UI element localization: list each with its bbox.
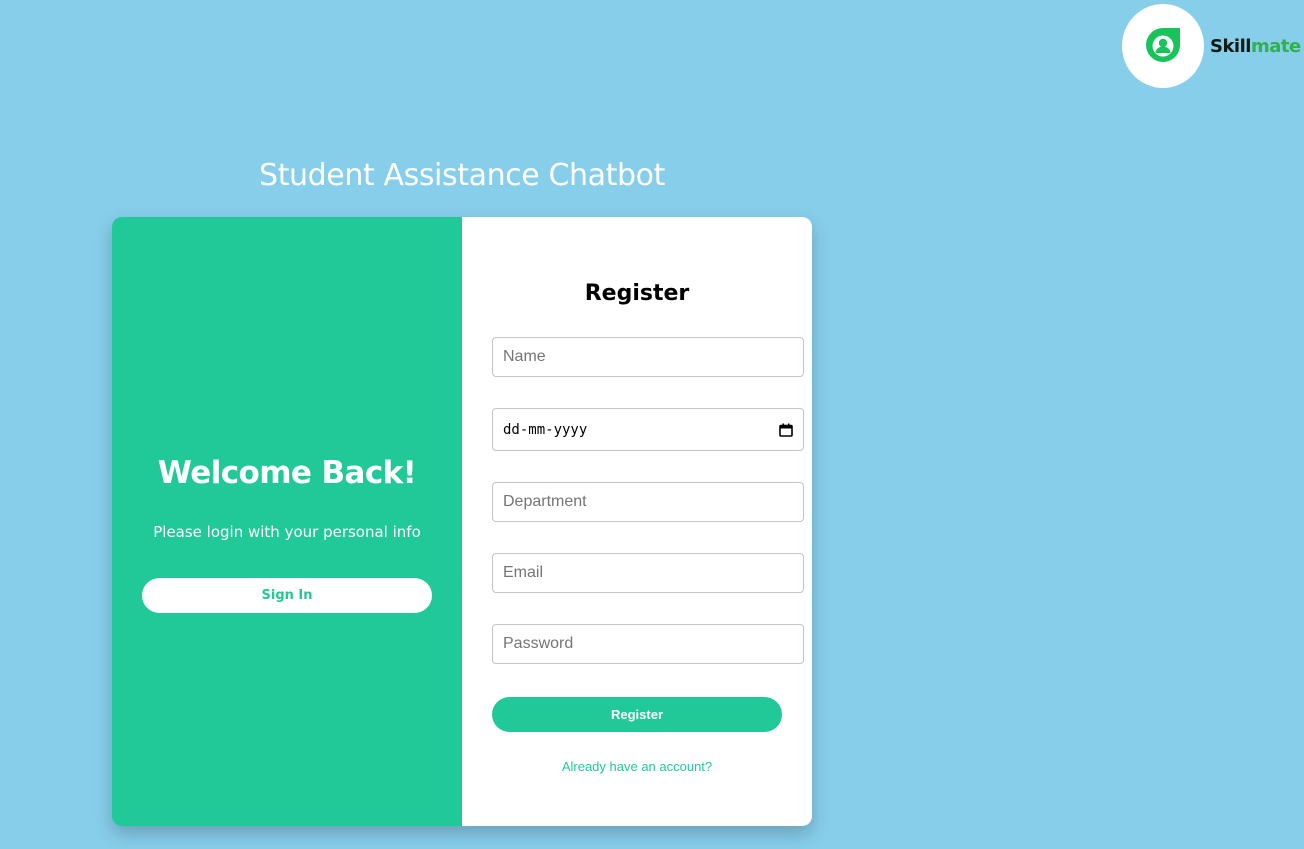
calendar-icon[interactable] (779, 423, 793, 437)
brand-name-part2: mate (1250, 35, 1301, 57)
password-field[interactable]: Password (492, 624, 804, 664)
welcome-subtitle: Please login with your personal info (153, 523, 421, 541)
welcome-panel: Welcome Back! Please login with your per… (112, 217, 462, 826)
name-field[interactable]: Name (492, 337, 804, 377)
register-heading: Register (584, 281, 690, 306)
welcome-heading: Welcome Back! (157, 455, 417, 491)
already-have-account-link[interactable]: Already have an account? (462, 759, 812, 774)
department-field[interactable]: Department (492, 482, 804, 522)
sign-in-button[interactable]: Sign In (142, 578, 432, 613)
register-panel: Register Name dd-mm-yyyy Department Emai… (462, 217, 812, 826)
date-format-text: dd-mm-yyyy (503, 421, 588, 438)
password-placeholder: Password (503, 635, 574, 652)
auth-card: Welcome Back! Please login with your per… (112, 217, 812, 826)
brand-name-part1: Skill (1210, 35, 1251, 57)
date-of-birth-field[interactable]: dd-mm-yyyy (492, 408, 804, 451)
page-title: Student Assistance Chatbot (259, 158, 665, 193)
brand-name: Skillmate (1210, 36, 1301, 57)
name-placeholder: Name (503, 348, 546, 365)
email-placeholder: Email (503, 564, 544, 581)
register-button[interactable]: Register (492, 697, 782, 732)
user-leaf-logo-icon (1146, 28, 1180, 62)
brand-logo[interactable] (1122, 4, 1204, 88)
brand: Skillmate (1122, 4, 1301, 88)
email-field[interactable]: Email (492, 553, 804, 593)
department-placeholder: Department (503, 493, 587, 510)
